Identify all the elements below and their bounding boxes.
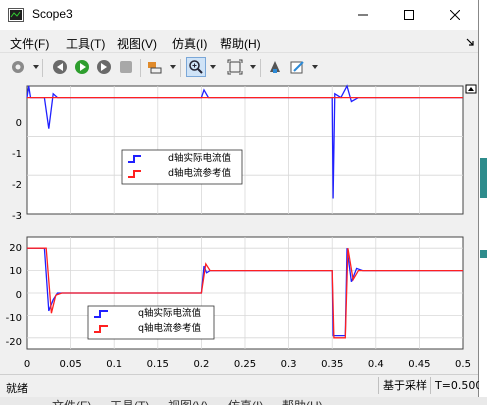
axes-restore-icon[interactable] [465,84,477,94]
menu-bar: 文件(F) 工具(T) 视图(V) 仿真(I) 帮助(H) [0,30,478,52]
fit-to-view-button[interactable] [225,57,245,77]
xtick-layer: 0 0.05 0.1 0.15 0.2 0.25 0.3 0.35 0.4 0.45 0.5 [24,359,471,370]
zoom-dropdown-arrow[interactable] [210,65,216,69]
xtick-label: 0.5 [455,359,471,370]
background-accent [480,158,487,198]
stop-icon [120,61,132,73]
sampling-mode: 基于采样 [378,377,431,394]
scope-window: Scope3 文件(F) 工具(T) 视图(V) 仿真(I) 帮助(H) 0 -… [0,0,482,398]
background-menu-simulation: 仿真(I) [228,397,263,405]
xtick-label: 0.35 [321,359,343,370]
zoom-icon [189,60,203,74]
edit-button[interactable] [287,57,307,77]
bottom-ytick-label: 20 [9,243,22,254]
settings-icon [12,61,24,73]
minimize-button[interactable] [340,0,386,30]
window-title: Scope3 [32,7,73,21]
status-bar: 就绪 基于采样 T=0.500 [0,374,482,398]
plot-area: 0 -1 -2 -3 20 10 0 -10 -20 0 0.05 0.1 0.15 0… [0,82,478,374]
toolbar-separator [260,59,261,77]
toolbar [0,52,478,84]
stop-button[interactable] [116,57,136,77]
top-ytick-label: -2 [12,180,22,191]
top-ytick-label: 0 [16,118,22,129]
background-menu-view: 视图(V) [168,397,208,405]
menu-help[interactable]: 帮助(H) [220,35,261,52]
background-menu-help: 帮助(H) [282,397,323,405]
bottom-ytick-label: 0 [16,290,22,301]
menu-view[interactable]: 视图(V) [117,35,157,52]
xtick-label: 0.2 [193,359,209,370]
background-menu-file: 文件(F) [52,397,91,405]
legend-label-d-actual: d轴实际电流值 [168,152,232,164]
top-ytick-label: -3 [12,211,22,222]
zoom-button[interactable] [186,57,206,77]
minimize-icon [358,14,368,16]
close-icon [450,10,460,20]
time-readout: T=0.500 [430,377,482,394]
step-forward-icon [97,60,111,74]
xtick-label: 0 [24,359,30,370]
toolbar-separator [140,59,141,77]
fit-dropdown-arrow[interactable] [250,65,256,69]
top-ytick-label: -1 [12,149,22,160]
status-text: 就绪 [6,382,28,395]
trigger-dropdown-arrow[interactable] [170,65,176,69]
bottom-legend[interactable]: q轴实际电流值 q轴电流参考值 [87,305,215,340]
background-accent [480,250,487,258]
fit-to-view-icon [227,59,243,75]
bottom-ytick-label: 10 [9,266,22,277]
background-window-edge [479,0,487,397]
edit-dropdown-arrow[interactable] [312,65,318,69]
legend-label-q-actual: q轴实际电流值 [138,307,202,319]
title-bar: Scope3 [0,0,478,30]
maximize-icon [404,10,414,20]
bottom-ytick-label: -10 [6,313,22,324]
xtick-label: 0.05 [59,359,81,370]
step-back-button[interactable] [50,57,70,77]
menu-tools[interactable]: 工具(T) [66,35,105,52]
maximize-button[interactable] [386,0,432,30]
background-menu-tools: 工具(T) [110,397,149,405]
run-icon [75,60,89,74]
toolbar-separator [180,59,181,77]
scope-plots[interactable]: 0 -1 -2 -3 20 10 0 -10 -20 0 0.05 0.1 0.15 0… [0,82,478,374]
bottom-ytick-label: -20 [6,337,22,348]
legend-label-q-reference: q轴电流参考值 [138,322,202,334]
menu-file[interactable]: 文件(F) [10,35,49,52]
xtick-label: 0.25 [234,359,256,370]
toolbar-separator [42,59,43,77]
legend-label-d-reference: d轴电流参考值 [168,167,232,179]
settings-button[interactable] [8,57,28,77]
undock-arrow-icon[interactable] [466,38,474,46]
edit-icon [290,61,304,74]
xtick-label: 0.3 [281,359,297,370]
scope-app-icon [8,8,24,22]
highlight-button[interactable] [265,57,285,77]
background-menu-bar: 文件(F) 工具(T) 视图(V) 仿真(I) 帮助(H) [0,397,487,405]
step-back-icon [53,60,67,74]
highlight-icon [270,61,280,73]
signal-trigger-button[interactable] [146,57,166,77]
xtick-label: 0.4 [368,359,384,370]
menu-simulation[interactable]: 仿真(I) [172,35,207,52]
xtick-label: 0.15 [147,359,169,370]
xtick-label: 0.45 [408,359,430,370]
step-forward-button[interactable] [94,57,114,77]
xtick-label: 0.1 [106,359,122,370]
settings-dropdown-arrow[interactable] [33,65,39,69]
close-button[interactable] [432,0,478,30]
top-legend[interactable]: d轴实际电流值 d轴电流参考值 [121,149,243,185]
run-button[interactable] [72,57,92,77]
signal-trigger-icon [148,62,162,74]
